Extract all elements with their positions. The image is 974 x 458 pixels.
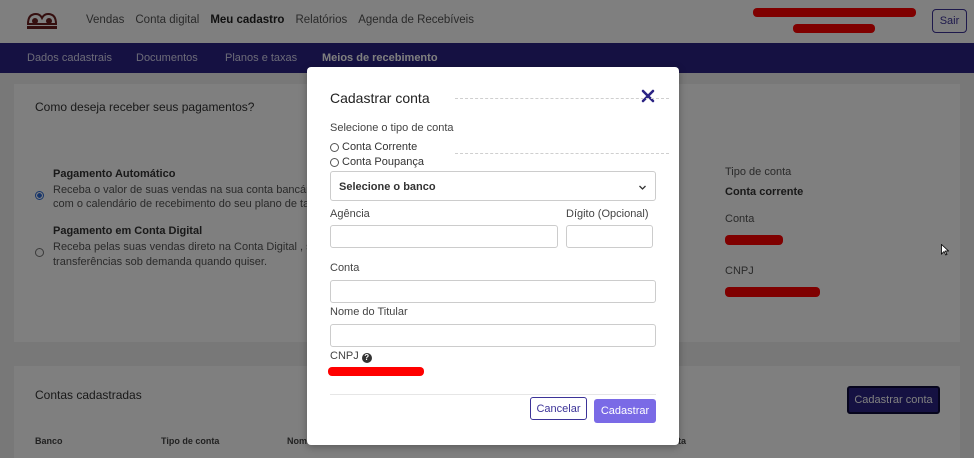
account-type-label: Selecione o tipo de conta [330, 122, 454, 134]
radio-conta-corrente[interactable]: Conta Corrente [330, 141, 417, 153]
bank-select-value: Selecione o banco [339, 181, 436, 193]
help-icon[interactable]: ? [361, 353, 372, 363]
footer-divider [330, 394, 656, 395]
cnpj-label: CNPJ? [330, 350, 372, 363]
agency-input[interactable] [330, 225, 558, 248]
submit-button[interactable]: Cadastrar [594, 399, 656, 423]
digit-input[interactable] [566, 225, 653, 248]
redacted-cnpj-value [328, 367, 424, 376]
close-icon[interactable] [641, 89, 655, 103]
radio-button[interactable] [330, 142, 339, 152]
register-account-modal: Cadastrar conta Selecione o tipo de cont… [307, 67, 679, 445]
bank-select[interactable]: Selecione o banco [330, 171, 656, 201]
mouse-cursor-icon [941, 244, 949, 256]
modal-title: Cadastrar conta [330, 90, 430, 106]
header-divider [455, 98, 669, 99]
radio-button[interactable] [330, 157, 339, 167]
holder-name-label: Nome do Titular [330, 306, 408, 318]
account-label: Conta [330, 262, 360, 274]
holder-name-input[interactable] [330, 324, 656, 347]
chevron-down-icon [639, 185, 646, 190]
radio-label-conta-poupanca: Conta Poupança [342, 156, 424, 168]
radio-conta-poupanca[interactable]: Conta Poupança [330, 156, 424, 168]
cnpj-label-text: CNPJ [330, 350, 359, 362]
agency-label: Agência [330, 208, 370, 220]
radio-label-conta-corrente: Conta Corrente [342, 141, 418, 153]
digit-label: Dígito (Opcional) [566, 208, 649, 220]
account-input[interactable] [330, 280, 656, 303]
header-divider-lower [455, 153, 669, 154]
cancel-button[interactable]: Cancelar [530, 397, 587, 420]
